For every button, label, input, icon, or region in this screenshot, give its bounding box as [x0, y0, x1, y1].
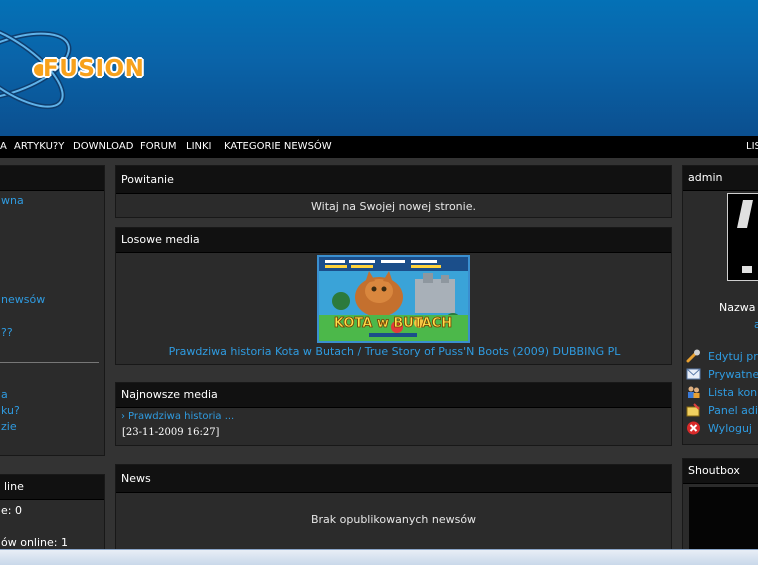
latest-media-panel-title: Najnowsze media — [116, 383, 671, 408]
user-panel-title: admin — [683, 166, 758, 191]
random-media-panel: Losowe media KOTA w BUTACH Prawdziwa his… — [115, 227, 672, 365]
nav-item-home[interactable]: A — [0, 136, 7, 158]
random-media-thumbnail[interactable]: KOTA w BUTACH — [317, 255, 470, 343]
movie-poster-image: KOTA w BUTACH — [319, 257, 468, 341]
site-banner: FUSION — [0, 0, 758, 136]
nav-item-links[interactable]: LINKI — [186, 136, 212, 158]
news-panel-title: News — [116, 465, 671, 493]
wrench-icon — [686, 349, 700, 363]
welcome-text: Witaj na Swojej nowej stronie. — [311, 200, 476, 213]
left-navigation-panel-header — [0, 166, 104, 191]
left-link-group2-1[interactable]: a — [1, 388, 8, 401]
nav-item-news-categories[interactable]: KATEGORIE NEWSÓW — [224, 136, 332, 158]
latest-media-item-date: [23-11-2009 16:27] — [122, 427, 220, 438]
logout-close-icon — [687, 421, 700, 435]
nav-item-articles[interactable]: ARTYKU?Y — [14, 136, 64, 158]
nav-item-right[interactable]: LIS — [746, 136, 758, 158]
latest-media-item-link[interactable]: Prawdziwa historia ... — [128, 411, 234, 422]
menu-members-list[interactable]: Lista kon — [708, 386, 757, 399]
users-icon — [688, 386, 700, 398]
nav-item-download[interactable]: DOWNLOAD — [73, 136, 133, 158]
menu-private-messages[interactable]: Prywatne — [708, 368, 758, 381]
bullet-arrow-icon: › — [121, 411, 125, 422]
random-media-panel-title: Losowe media — [116, 228, 671, 253]
user-name-label: Nazwa — [719, 301, 756, 314]
left-link-group2-3[interactable]: zie — [1, 420, 17, 433]
left-link-news[interactable]: newsów — [1, 293, 45, 306]
welcome-panel: Powitanie Witaj na Swojej nowej stronie. — [115, 165, 672, 218]
left-navigation-panel: wna newsów ?? a ku? zie — [0, 165, 105, 456]
online-guests-count: e: 0 — [1, 504, 22, 517]
shoutbox-panel-title: Shoutbox — [683, 459, 758, 484]
latest-media-panel: Najnowsze media › Prawdziwa historia ...… — [115, 382, 672, 446]
left-divider — [0, 362, 99, 363]
online-users-panel: line e: 0 ów online: 1 — [0, 474, 105, 554]
admin-panel-icon — [686, 403, 700, 417]
random-media-caption-link[interactable]: Prawdziwa historia Kota w Butach / True … — [116, 345, 673, 358]
user-avatar[interactable] — [727, 193, 758, 281]
envelope-icon — [686, 368, 701, 380]
left-link-articles[interactable]: ?? — [1, 326, 13, 339]
welcome-panel-title: Powitanie — [116, 166, 671, 194]
online-members-count: ów online: 1 — [1, 536, 68, 549]
user-panel: admin Nazwa a Edytuj pro Prywatne Lista … — [682, 165, 758, 445]
online-users-panel-header: line — [0, 475, 104, 500]
nav-item-forum[interactable]: FORUM — [140, 136, 177, 158]
user-name-value[interactable]: a — [754, 318, 758, 331]
left-link-group2-2[interactable]: ku? — [1, 404, 20, 417]
menu-edit-profile[interactable]: Edytuj pro — [708, 350, 758, 363]
poster-title-text: KOTA w BUTACH — [334, 316, 452, 331]
site-logo-text[interactable]: FUSION — [43, 56, 144, 82]
news-empty-text: Brak opublikowanych newsów — [310, 513, 477, 526]
left-link-home[interactable]: wna — [1, 194, 24, 207]
shoutbox-panel: Shoutbox — [682, 458, 758, 558]
shoutbox-area[interactable] — [689, 487, 758, 553]
news-panel: News Brak opublikowanych newsów — [115, 464, 672, 556]
menu-admin-panel[interactable]: Panel adi — [708, 404, 758, 417]
menu-logout[interactable]: Wyloguj — [708, 422, 752, 435]
browser-status-bar — [0, 549, 758, 565]
main-navigation: A ARTYKU?Y DOWNLOAD FORUM LINKI KATEGORI… — [0, 136, 758, 158]
